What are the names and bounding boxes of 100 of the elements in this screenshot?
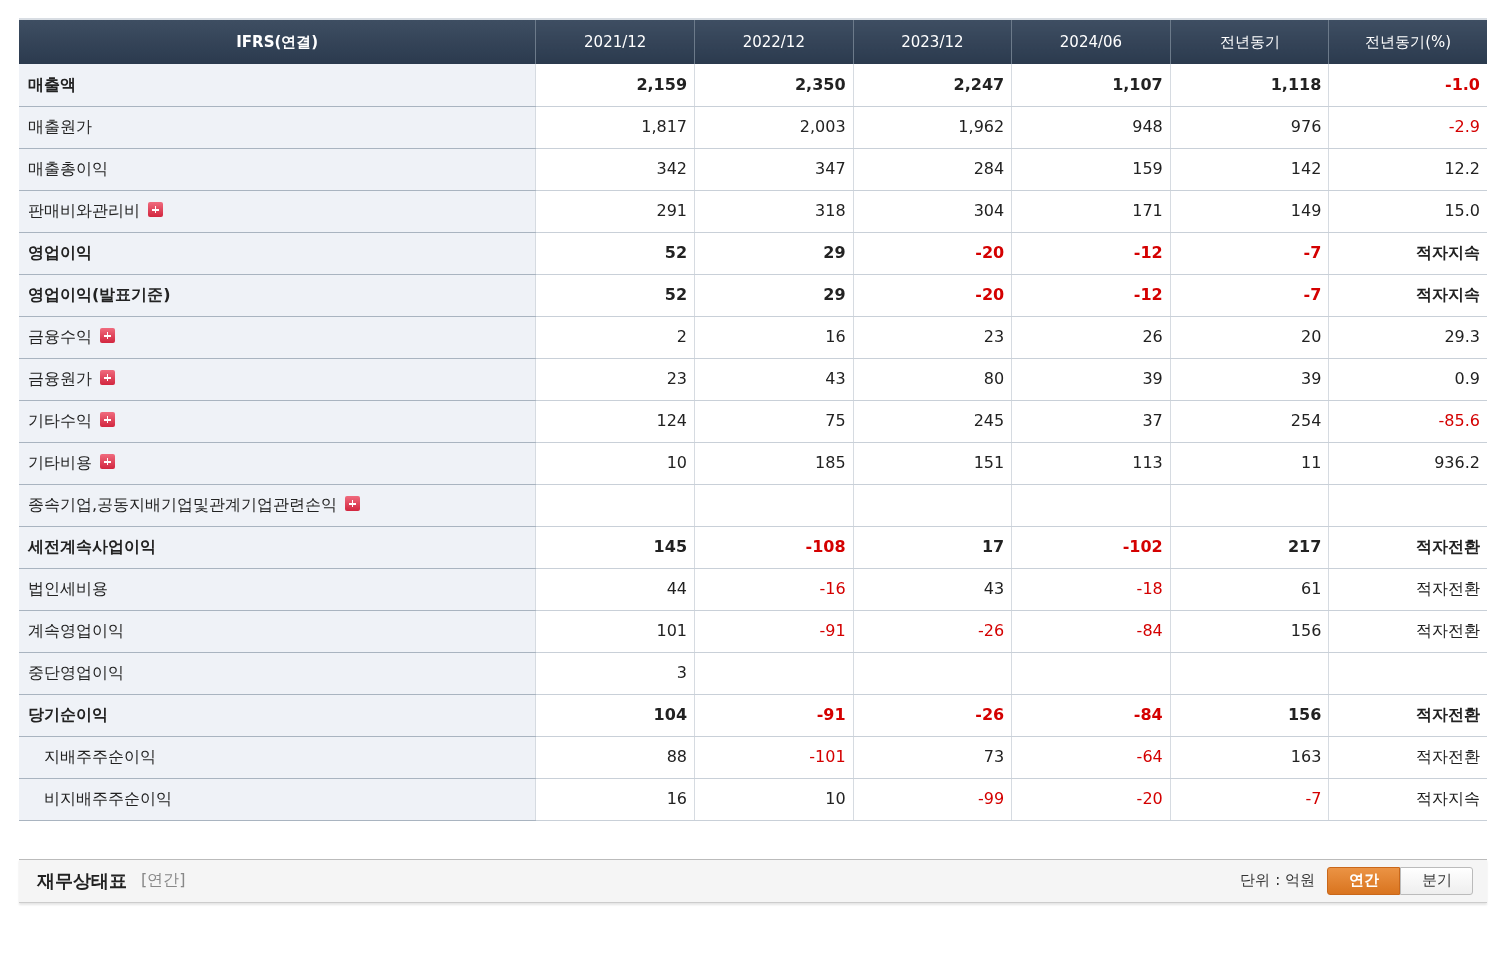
table-cell: 318: [694, 190, 854, 232]
table-cell: 적자지속: [1328, 232, 1487, 274]
table-cell: 156: [1170, 694, 1329, 736]
table-cell: 171: [1011, 190, 1171, 232]
table-cell: 11: [1170, 442, 1329, 484]
table-cell: 185: [694, 442, 854, 484]
table-cell: 88: [535, 736, 695, 778]
table-cell: 16: [694, 316, 854, 358]
table-cell: 10: [535, 442, 695, 484]
table-cell: 10: [694, 778, 854, 820]
table-cell: 0.9: [1328, 358, 1487, 400]
table-cell: 976: [1170, 106, 1329, 148]
table-cell: -12: [1011, 232, 1171, 274]
table-cell: 3: [535, 652, 695, 694]
table-cell: -101: [694, 736, 854, 778]
expand-icon[interactable]: [345, 496, 361, 511]
table-cell: -26: [853, 694, 1012, 736]
table-cell: 적자전환: [1328, 526, 1487, 568]
table-cell: 163: [1170, 736, 1329, 778]
table-cell: 적자전환: [1328, 694, 1487, 736]
table-cell: 124: [535, 400, 695, 442]
table-cell: 2,159: [535, 64, 695, 106]
table-cell: -91: [694, 610, 854, 652]
table-cell: 17: [853, 526, 1012, 568]
table-cell: 26: [1011, 316, 1171, 358]
row-label: 기타수익: [28, 411, 92, 430]
table-cell: -7: [1170, 778, 1329, 820]
table-cell: -2.9: [1328, 106, 1487, 148]
table-cell: 적자전환: [1328, 568, 1487, 610]
section-title: 재무상태표: [37, 868, 127, 893]
table-cell: 113: [1011, 442, 1171, 484]
row-label: 매출원가: [28, 117, 92, 136]
table-cell: -7: [1170, 274, 1329, 316]
table-cell: -1.0: [1328, 64, 1487, 106]
row-label: 지배주주순이익: [44, 747, 156, 766]
expand-icon[interactable]: [100, 454, 115, 469]
table-cell: 29: [694, 232, 854, 274]
unit-label: 단위 : 억원: [1240, 871, 1315, 890]
row-label: 기타비용: [28, 453, 92, 472]
table-cell: 254: [1170, 400, 1329, 442]
table-cell: 15.0: [1328, 190, 1487, 232]
table-cell: 23: [535, 358, 695, 400]
column-header: 2022/12: [694, 20, 854, 64]
table-cell: 936.2: [1328, 442, 1487, 484]
column-header: IFRS(연결): [19, 20, 536, 64]
table-cell: 61: [1170, 568, 1329, 610]
table-cell: -20: [853, 232, 1012, 274]
table-cell: 342: [535, 148, 695, 190]
table-cell: 1,107: [1011, 64, 1171, 106]
table-cell: -102: [1011, 526, 1171, 568]
table-cell: 44: [535, 568, 695, 610]
table-cell: -108: [694, 526, 854, 568]
table-cell: -20: [1011, 778, 1171, 820]
row-label: 비지배주주순이익: [44, 789, 172, 808]
expand-icon[interactable]: [100, 370, 115, 385]
table-cell: -64: [1011, 736, 1171, 778]
table-cell: 2,003: [694, 106, 854, 148]
table-cell: 적자지속: [1328, 778, 1487, 820]
table-cell: 73: [853, 736, 1012, 778]
table-cell: 적자전환: [1328, 610, 1487, 652]
expand-icon[interactable]: [148, 202, 163, 217]
table-cell: -84: [1011, 694, 1171, 736]
expand-icon[interactable]: [100, 412, 115, 427]
column-header: 2023/12: [853, 20, 1012, 64]
table-cell: -16: [694, 568, 854, 610]
column-header: 2021/12: [535, 20, 695, 64]
row-label: 법인세비용: [28, 579, 108, 598]
period-toggle[interactable]: 분기: [1400, 866, 1473, 895]
table-cell: 145: [535, 526, 695, 568]
table-cell: 16: [535, 778, 695, 820]
row-label: 당기순이익: [28, 705, 108, 724]
table-cell: 29.3: [1328, 316, 1487, 358]
row-label: 금융수익: [28, 327, 92, 346]
period-label: [연간]: [141, 870, 186, 891]
table-cell: -18: [1011, 568, 1171, 610]
row-label: 영업이익(발표기준): [28, 285, 171, 304]
table-cell: -91: [694, 694, 854, 736]
table-cell: -84: [1011, 610, 1171, 652]
table-cell: 347: [694, 148, 854, 190]
column-header: 2024/06: [1011, 20, 1171, 64]
table-cell: 304: [853, 190, 1012, 232]
table-cell: 101: [535, 610, 695, 652]
table-cell: 23: [853, 316, 1012, 358]
table-cell: 39: [1170, 358, 1329, 400]
row-label: 종속기업,공동지배기업및관계기업관련손익: [28, 495, 338, 514]
table-cell: 52: [535, 232, 695, 274]
table-cell: 284: [853, 148, 1012, 190]
table-cell: 43: [853, 568, 1012, 610]
table-cell: 151: [853, 442, 1012, 484]
table-cell: -85.6: [1328, 400, 1487, 442]
column-header: 전년동기(%): [1328, 20, 1487, 64]
expand-icon[interactable]: [100, 328, 115, 343]
row-label: 판매비와관리비: [28, 201, 140, 220]
row-label: 중단영업이익: [28, 663, 124, 682]
table-cell: 75: [694, 400, 854, 442]
table-cell: 159: [1011, 148, 1171, 190]
table-cell: -12: [1011, 274, 1171, 316]
table-cell: 142: [1170, 148, 1329, 190]
table-cell: 39: [1011, 358, 1171, 400]
table-cell: 291: [535, 190, 695, 232]
